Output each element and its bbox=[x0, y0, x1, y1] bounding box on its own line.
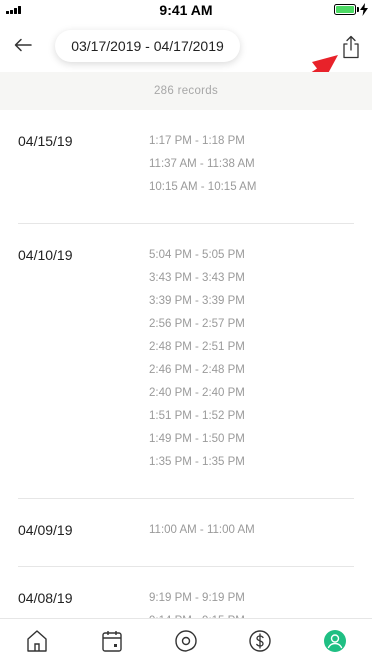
record-time-range[interactable]: 11:37 AM - 11:38 AM bbox=[149, 156, 354, 179]
location-icon bbox=[175, 629, 197, 652]
dollar-icon bbox=[249, 629, 272, 652]
battery-tip bbox=[357, 7, 359, 12]
tab-payments[interactable] bbox=[240, 621, 280, 661]
record-group-date: 04/08/19 bbox=[18, 590, 73, 606]
record-time-range[interactable]: 3:43 PM - 3:43 PM bbox=[149, 270, 354, 293]
record-time-range[interactable]: 1:35 PM - 1:35 PM bbox=[149, 454, 354, 477]
status-bar: 9:41 AM bbox=[0, 0, 372, 20]
calendar-icon bbox=[101, 630, 122, 652]
record-time-range[interactable]: 2:48 PM - 2:51 PM bbox=[149, 339, 354, 362]
profile-icon bbox=[323, 629, 346, 652]
back-button[interactable] bbox=[10, 32, 36, 58]
record-time-range[interactable]: 1:51 PM - 1:52 PM bbox=[149, 408, 354, 431]
record-time-range[interactable]: 2:56 PM - 2:57 PM bbox=[149, 316, 354, 339]
record-group-date: 04/15/19 bbox=[18, 133, 73, 149]
record-group: 04/09/19 11:00 AM - 11:00 AM bbox=[18, 499, 354, 567]
tab-bar bbox=[0, 618, 372, 662]
record-time-range[interactable]: 9:19 PM - 9:19 PM bbox=[149, 590, 354, 613]
record-time-range[interactable]: 11:00 AM - 11:00 AM bbox=[149, 522, 354, 545]
tab-location[interactable] bbox=[166, 621, 206, 661]
record-time-range[interactable]: 10:15 AM - 10:15 AM bbox=[149, 179, 354, 202]
header: 03/17/2019 - 04/17/2019 bbox=[0, 20, 372, 72]
record-time-list: 5:04 PM - 5:05 PM 3:43 PM - 3:43 PM 3:39 P… bbox=[18, 224, 354, 498]
tab-calendar[interactable] bbox=[92, 621, 132, 661]
record-group: 04/15/19 1:17 PM - 1:18 PM 11:37 AM - 11:3… bbox=[18, 110, 354, 224]
record-time-list: 1:17 PM - 1:18 PM 11:37 AM - 11:38 AM 10:1… bbox=[18, 110, 354, 223]
record-time-range[interactable]: 2:46 PM - 2:48 PM bbox=[149, 362, 354, 385]
record-time-range[interactable]: 5:04 PM - 5:05 PM bbox=[149, 247, 354, 270]
charging-bolt-icon bbox=[360, 3, 368, 16]
record-group: 04/10/19 5:04 PM - 5:05 PM 3:43 PM - 3:43 … bbox=[18, 224, 354, 499]
battery-icon bbox=[334, 4, 356, 15]
record-group-date: 04/10/19 bbox=[18, 247, 73, 263]
left-arrow-icon bbox=[14, 38, 32, 52]
record-time-range[interactable]: 1:17 PM - 1:18 PM bbox=[149, 133, 354, 156]
home-icon bbox=[27, 629, 47, 652]
records-list[interactable]: 04/15/19 1:17 PM - 1:18 PM 11:37 AM - 11:3… bbox=[0, 110, 372, 618]
tab-home[interactable] bbox=[17, 621, 57, 661]
status-time: 9:41 AM bbox=[159, 2, 213, 18]
record-time-range[interactable]: 3:39 PM - 3:39 PM bbox=[149, 293, 354, 316]
record-time-range[interactable]: 1:49 PM - 1:50 PM bbox=[149, 431, 354, 454]
date-range-button[interactable]: 03/17/2019 - 04/17/2019 bbox=[55, 30, 240, 62]
record-group-date: 04/09/19 bbox=[18, 522, 73, 538]
record-group: 04/08/199:19 PM - 9:19 PM9:14 PM - 9:15 … bbox=[18, 567, 354, 618]
tab-profile[interactable] bbox=[315, 621, 355, 661]
share-icon bbox=[343, 35, 359, 59]
records-count: 286 records bbox=[0, 72, 372, 110]
record-time-range[interactable]: 2:40 PM - 2:40 PM bbox=[149, 385, 354, 408]
share-button[interactable] bbox=[338, 32, 364, 62]
